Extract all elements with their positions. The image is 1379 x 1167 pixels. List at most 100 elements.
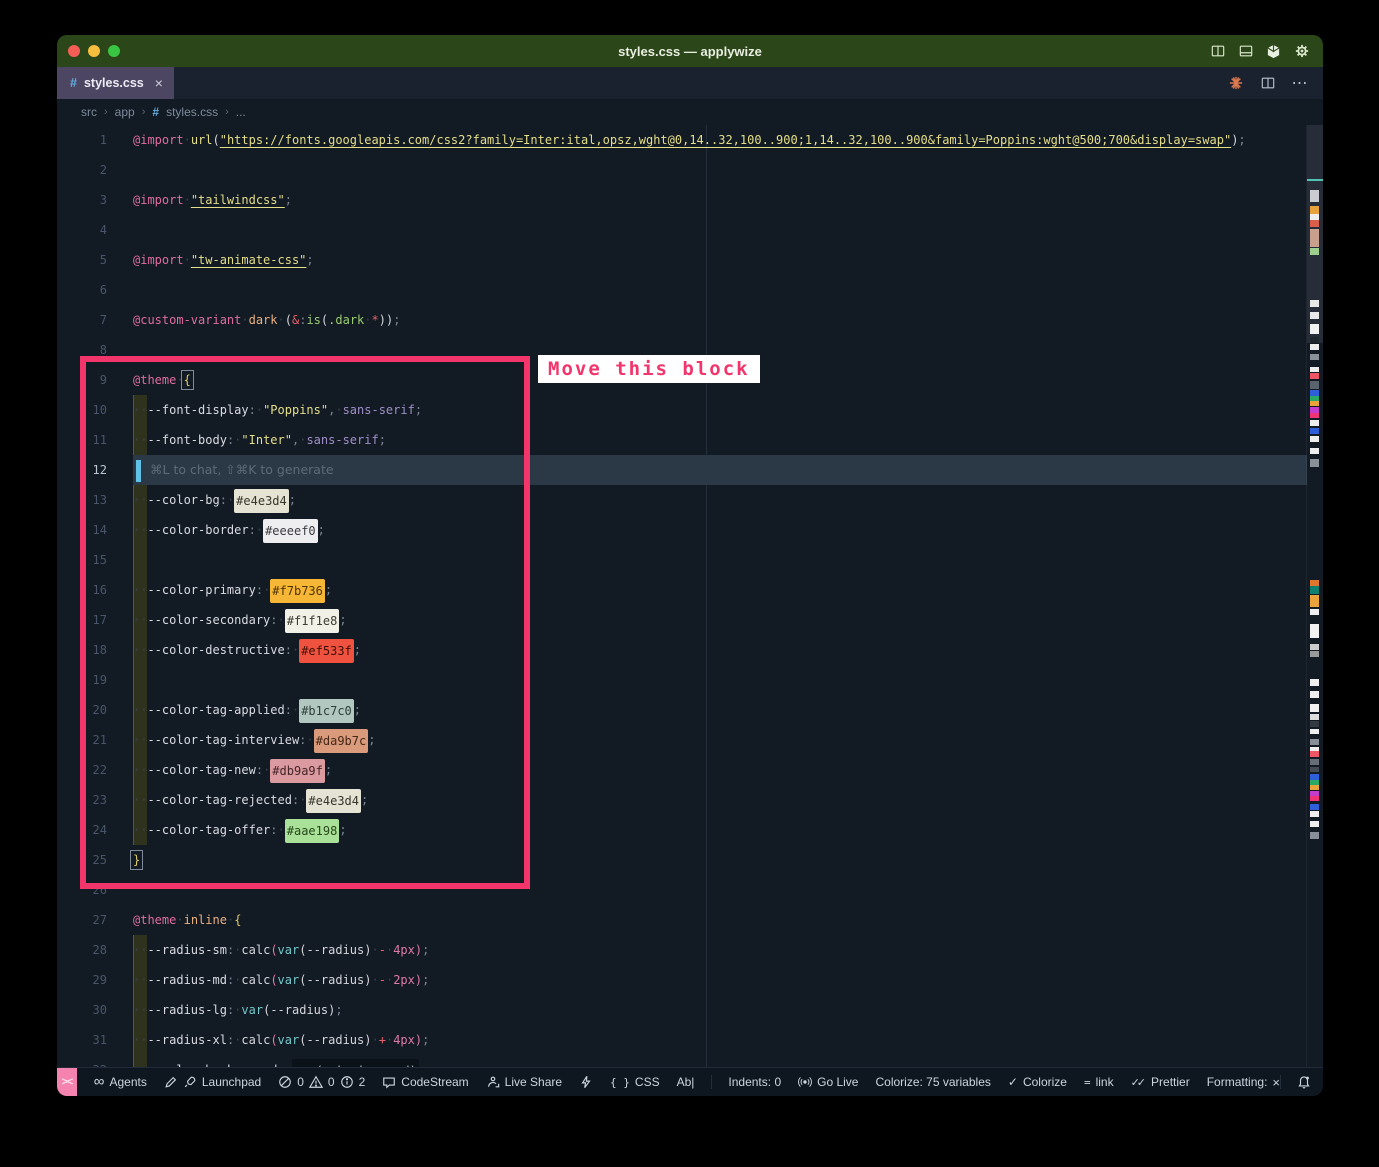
line-number[interactable]: 32 [57, 1055, 107, 1067]
status-notifications[interactable] [1280, 1075, 1311, 1089]
line-content[interactable]: ··--color-tag-offer:·#aae198; [133, 815, 1307, 845]
status-remote-indicator[interactable]: >< [57, 1068, 77, 1096]
line-content[interactable]: ··--color-border:·#eeeef0; [133, 515, 1307, 545]
status-agents[interactable]: ∞Agents [94, 1075, 147, 1089]
line-content[interactable]: ··--radius-xl:·calc(var(--radius)·+·4px)… [133, 1025, 1307, 1055]
line-number[interactable]: 18 [57, 635, 107, 665]
code-line[interactable]: 14 ··--color-border:·#eeeef0; [57, 515, 1307, 545]
code-line[interactable]: 16 ··--color-primary:·#f7b736; [57, 575, 1307, 605]
line-number[interactable]: 20 [57, 695, 107, 725]
status-colorize[interactable]: ✓Colorize [1008, 1075, 1067, 1089]
line-number[interactable]: 12 [57, 455, 107, 485]
line-number[interactable]: 2 [57, 155, 107, 185]
code-line[interactable]: 26 [57, 875, 1307, 905]
line-content[interactable]: ··--color-secondary:·#f1f1e8; [133, 605, 1307, 635]
status-link-mode[interactable]: =link [1084, 1075, 1114, 1089]
line-content[interactable]: ··--radius-lg:·var(--radius); [133, 995, 1307, 1025]
line-number[interactable]: 31 [57, 1025, 107, 1055]
line-number[interactable]: 11 [57, 425, 107, 455]
code-line[interactable]: 1 @import·url("https://fonts.googleapis.c… [57, 125, 1307, 155]
code-line[interactable]: 30··--radius-lg:·var(--radius); [57, 995, 1307, 1025]
line-content[interactable]: ··--radius-sm:·calc(var(--radius)·-·4px)… [133, 935, 1307, 965]
line-content[interactable] [133, 275, 1307, 305]
code-line[interactable]: 7 @custom-variant·dark·(&:is(.dark·*)); [57, 305, 1307, 335]
line-content[interactable]: ··--font-display:·"Poppins",·sans-serif; [133, 395, 1307, 425]
line-number[interactable]: 8 [57, 335, 107, 365]
code-line[interactable]: 23··--color-tag-rejected:·#e4e3d4; [57, 785, 1307, 815]
line-number[interactable]: 25 [57, 845, 107, 875]
pane-rows-icon[interactable] [1237, 43, 1254, 60]
line-content[interactable]: ⌘L to chat, ⇧⌘K to generate [133, 455, 1307, 485]
pane-columns-icon[interactable] [1209, 43, 1226, 60]
status-go-live[interactable]: Go Live [798, 1075, 858, 1089]
close-window-button[interactable] [68, 45, 80, 57]
line-number[interactable]: 21 [57, 725, 107, 755]
code-line[interactable]: 25} [57, 845, 1307, 875]
status-indents[interactable]: Indents: 0 [711, 1075, 781, 1089]
status-codestream[interactable]: CodeStream [382, 1075, 468, 1089]
status-live-share[interactable]: Live Share [486, 1075, 562, 1089]
line-content[interactable]: ··--font-body:·"Inter",·sans-serif; [133, 425, 1307, 455]
code-line[interactable]: 24 ··--color-tag-offer:·#aae198; [57, 815, 1307, 845]
code-line[interactable]: 6 [57, 275, 1307, 305]
line-content[interactable]: ··--color-primary:·#f7b736; [133, 575, 1307, 605]
line-content[interactable]: @import·"tailwindcss"; [133, 185, 1307, 215]
code-line[interactable]: 4 [57, 215, 1307, 245]
code-line[interactable]: 29 ··--radius-md:·calc(var(--radius)·-·2p… [57, 965, 1307, 995]
tab-close-icon[interactable]: × [155, 75, 163, 91]
line-number[interactable]: 15 [57, 545, 107, 575]
ai-spark-icon[interactable] [1227, 75, 1244, 92]
line-content[interactable]: @import·"tw-animate-css"; [133, 245, 1307, 275]
breadcrumb-file[interactable]: styles.css [166, 105, 218, 119]
line-number[interactable]: 10 [57, 395, 107, 425]
line-number[interactable]: 13 [57, 485, 107, 515]
line-number[interactable]: 29 [57, 965, 107, 995]
line-content[interactable] [133, 875, 1307, 905]
more-actions-icon[interactable]: ⋯ [1291, 75, 1308, 92]
line-number[interactable]: 7 [57, 305, 107, 335]
line-number[interactable]: 22 [57, 755, 107, 785]
line-content[interactable] [133, 545, 1307, 575]
status-language-css[interactable]: { }CSS [610, 1075, 660, 1089]
cube-icon[interactable] [1265, 43, 1282, 60]
line-number[interactable]: 17 [57, 605, 107, 635]
code-line[interactable]: 19 [57, 665, 1307, 695]
minimize-window-button[interactable] [88, 45, 100, 57]
code-line[interactable]: 17 ··--color-secondary:·#f1f1e8; [57, 605, 1307, 635]
line-content[interactable]: ··--radius-md:·calc(var(--radius)·-·2px)… [133, 965, 1307, 995]
code-line[interactable]: 5 @import·"tw-animate-css"; [57, 245, 1307, 275]
line-number[interactable]: 16 [57, 575, 107, 605]
breadcrumb-more[interactable]: ... [236, 105, 246, 119]
status-launchpad[interactable]: Launchpad [164, 1075, 261, 1089]
line-content[interactable]: ··--color-tag-rejected:·#e4e3d4; [133, 785, 1307, 815]
line-number[interactable]: 26 [57, 875, 107, 905]
code-line[interactable]: 15 [57, 545, 1307, 575]
code-line[interactable]: 21··--color-tag-interview:·#da9b7c; [57, 725, 1307, 755]
line-content[interactable]: ··--color-destructive:·#ef533f; [133, 635, 1307, 665]
line-number[interactable]: 28 [57, 935, 107, 965]
line-number[interactable]: 14 [57, 515, 107, 545]
status-lightning[interactable] [579, 1075, 593, 1089]
zoom-window-button[interactable] [108, 45, 120, 57]
breadcrumb-app[interactable]: app [115, 105, 135, 119]
line-number[interactable]: 1 [57, 125, 107, 155]
code-area[interactable]: 1 @import·url("https://fonts.googleapis.c… [57, 125, 1307, 1067]
code-line[interactable]: 18 ··--color-destructive:·#ef533f; [57, 635, 1307, 665]
editor[interactable]: 1 @import·url("https://fonts.googleapis.c… [57, 125, 1323, 1067]
line-content[interactable] [133, 215, 1307, 245]
line-content[interactable]: ··--color-tag-new:·#db9a9f; [133, 755, 1307, 785]
line-number[interactable]: 5 [57, 245, 107, 275]
line-content[interactable] [133, 155, 1307, 185]
line-content[interactable]: } [133, 845, 1307, 875]
line-content[interactable]: ··--color-tag-applied:·#b1c7c0; [133, 695, 1307, 725]
code-line[interactable]: 10 ··--font-display:·"Poppins",·sans-seri… [57, 395, 1307, 425]
line-content[interactable]: @import·url("https://fonts.googleapis.co… [133, 125, 1307, 155]
line-number[interactable]: 4 [57, 215, 107, 245]
code-line[interactable]: 31 ··--radius-xl:·calc(var(--radius)·+·4p… [57, 1025, 1307, 1055]
line-number[interactable]: 6 [57, 275, 107, 305]
status-colorize-count[interactable]: Colorize: 75 variables [875, 1075, 990, 1089]
code-line[interactable]: 20 ··--color-tag-applied:·#b1c7c0; [57, 695, 1307, 725]
line-content[interactable]: @custom-variant·dark·(&:is(.dark·*)); [133, 305, 1307, 335]
line-number[interactable]: 24 [57, 815, 107, 845]
line-number[interactable]: 9 [57, 365, 107, 395]
